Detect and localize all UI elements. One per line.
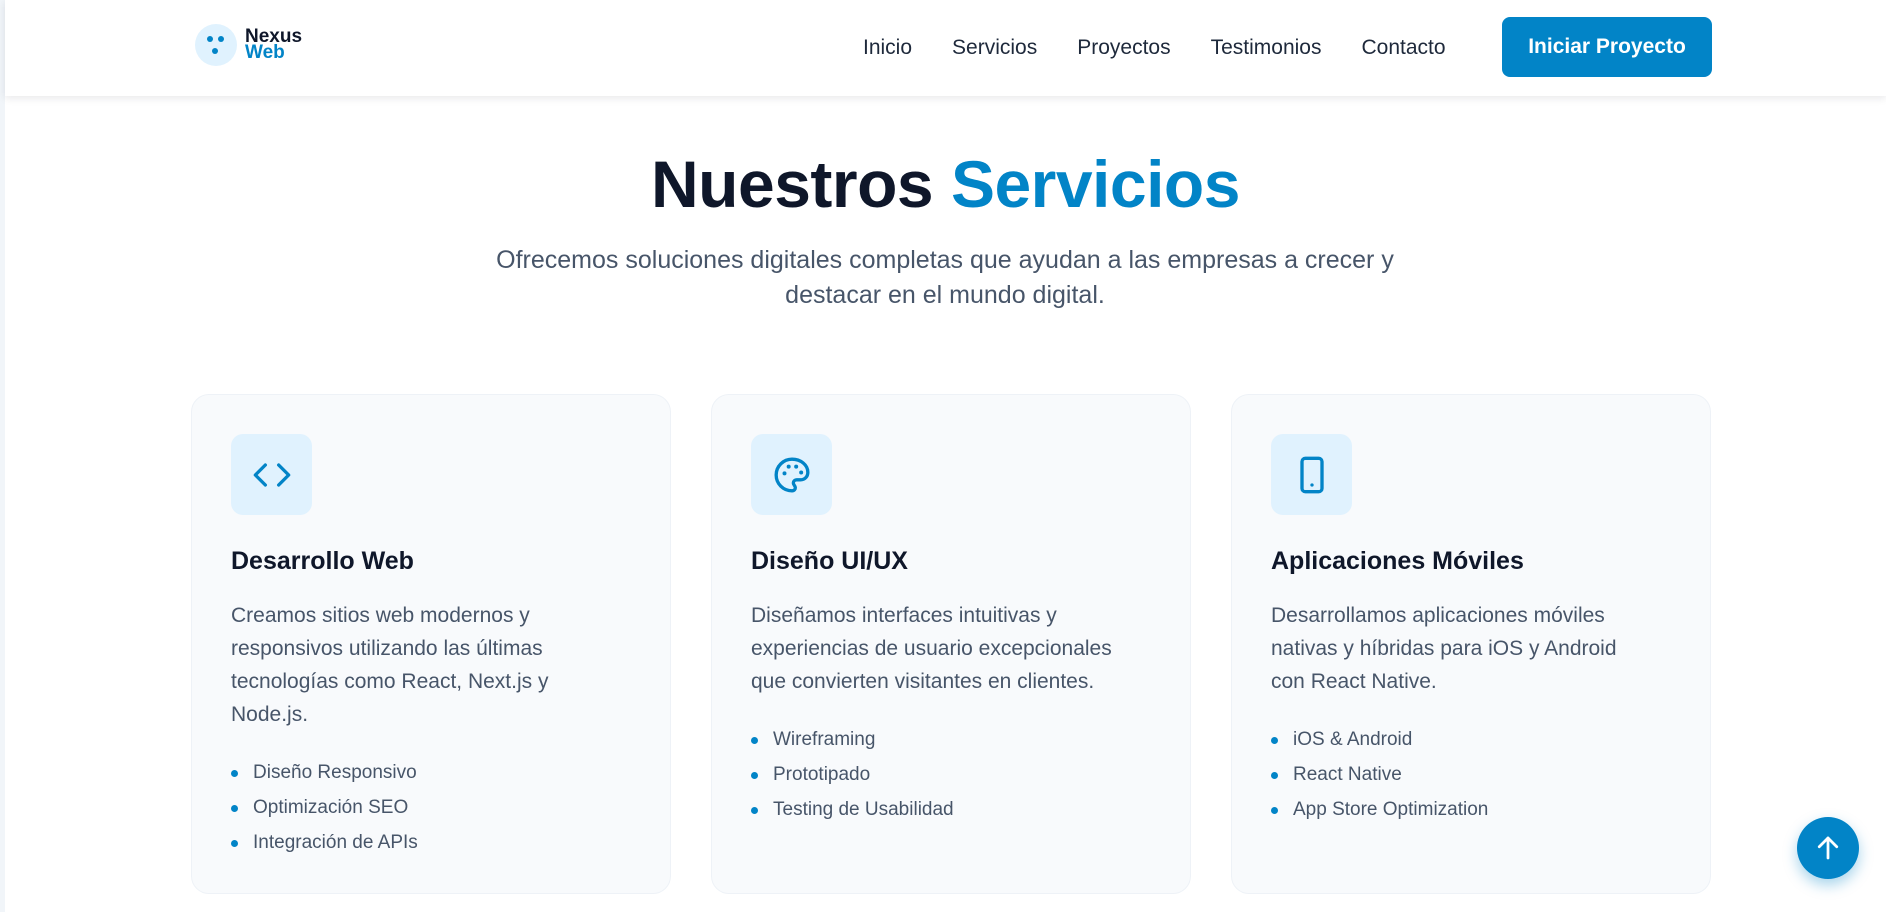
- palette-icon: [751, 434, 832, 515]
- feature-label: Wireframing: [773, 729, 876, 750]
- feature-item: iOS & Android: [1271, 722, 1488, 757]
- arrow-up-icon: [1817, 836, 1839, 860]
- logo-mark-icon: [195, 24, 237, 66]
- site-header: Nexus Web Inicio Servicios Proyectos Tes…: [5, 0, 1886, 96]
- feature-list: Diseño Responsivo Optimización SEO Integ…: [231, 755, 418, 860]
- page: Nexus Web Inicio Servicios Proyectos Tes…: [5, 0, 1886, 912]
- nav-link-contacto[interactable]: Contacto: [1362, 36, 1446, 60]
- service-card-ui-ux-design[interactable]: Diseño UI/UX Diseñamos interfaces intuit…: [711, 394, 1191, 894]
- nav-link-servicios[interactable]: Servicios: [952, 36, 1037, 60]
- service-description: Creamos sitios web modernos y responsivo…: [231, 604, 549, 726]
- bullet-dot-icon: [751, 737, 758, 744]
- feature-list: Wireframing Prototipado Testing de Usabi…: [751, 722, 954, 827]
- logo-text: Nexus Web: [245, 27, 302, 63]
- feature-list: iOS & Android React Native App Store Opt…: [1271, 722, 1488, 827]
- code-icon: [231, 434, 312, 515]
- feature-item: React Native: [1271, 757, 1488, 792]
- service-title: Diseño UI/UX: [751, 547, 908, 575]
- feature-label: Integración de APIs: [253, 832, 418, 853]
- section-title-part-1: Nuestros: [651, 147, 934, 221]
- section-title-part-2: Servicios: [950, 147, 1241, 221]
- bullet-dot-icon: [751, 772, 758, 779]
- feature-item: Integración de APIs: [231, 825, 418, 860]
- smartphone-icon: [1271, 434, 1352, 515]
- feature-item: Optimización SEO: [231, 790, 418, 825]
- section-title: Nuestros Servicios: [5, 146, 1886, 222]
- feature-item: Wireframing: [751, 722, 954, 757]
- feature-label: Prototipado: [773, 764, 871, 785]
- feature-label: iOS & Android: [1293, 729, 1413, 750]
- bullet-dot-icon: [1271, 737, 1278, 744]
- feature-item: App Store Optimization: [1271, 792, 1488, 827]
- feature-item: Diseño Responsivo: [231, 755, 418, 790]
- service-title: Desarrollo Web: [231, 547, 414, 575]
- feature-label: Diseño Responsivo: [253, 762, 417, 783]
- bullet-dot-icon: [1271, 772, 1278, 779]
- feature-label: Testing de Usabilidad: [773, 799, 954, 820]
- service-description: Desarrollamos aplicaciones móviles nativ…: [1271, 604, 1617, 693]
- service-description: Diseñamos interfaces intuitivas y experi…: [751, 604, 1112, 693]
- feature-label: React Native: [1293, 764, 1402, 785]
- bullet-dot-icon: [231, 805, 238, 812]
- main-nav: Inicio Servicios Proyectos Testimonios C…: [863, 0, 1486, 96]
- feature-item: Prototipado: [751, 757, 954, 792]
- logo-line-2: Web: [245, 42, 285, 63]
- bullet-dot-icon: [1271, 807, 1278, 814]
- feature-label: Optimización SEO: [253, 797, 409, 818]
- feature-label: App Store Optimization: [1293, 799, 1489, 820]
- section-subtitle: Ofrecemos soluciones digitales completas…: [496, 246, 1394, 309]
- bullet-dot-icon: [231, 840, 238, 847]
- nav-link-testimonios[interactable]: Testimonios: [1211, 36, 1322, 60]
- logo[interactable]: Nexus Web: [195, 24, 302, 66]
- service-title: Aplicaciones Móviles: [1271, 547, 1524, 575]
- nav-link-inicio[interactable]: Inicio: [863, 36, 912, 60]
- bullet-dot-icon: [751, 807, 758, 814]
- service-card-web-development[interactable]: Desarrollo Web Creamos sitios web modern…: [191, 394, 671, 894]
- nav-link-proyectos[interactable]: Proyectos: [1077, 36, 1170, 60]
- feature-item: Testing de Usabilidad: [751, 792, 954, 827]
- service-card-mobile-apps[interactable]: Aplicaciones Móviles Desarrollamos aplic…: [1231, 394, 1711, 894]
- bullet-dot-icon: [231, 770, 238, 777]
- start-project-button[interactable]: Iniciar Proyecto: [1502, 17, 1712, 77]
- scroll-to-top-button[interactable]: [1797, 817, 1859, 879]
